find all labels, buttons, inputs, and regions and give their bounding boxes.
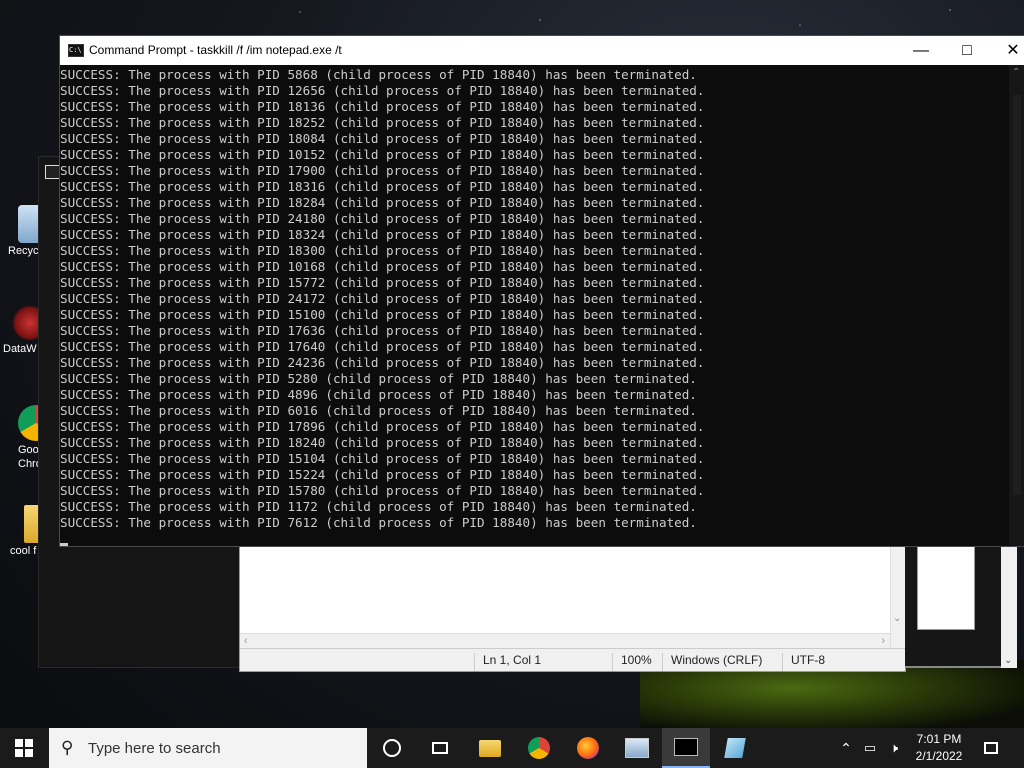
chrome-icon [528,737,550,759]
search-icon: ⚲ [61,738,74,757]
status-encoding: UTF-8 [782,653,891,671]
scroll-down-icon[interactable]: ⌄ [1004,655,1012,666]
console-line: SUCCESS: The process with PID 18284 (chi… [60,195,705,210]
app-taskbar-button[interactable] [613,728,661,768]
console-line: SUCCESS: The process with PID 18252 (chi… [60,115,705,130]
windows-logo-icon [15,739,33,757]
cmd-icon: C:\ [68,44,84,57]
scroll-left-icon[interactable]: ‹ [244,634,248,648]
status-line-endings: Windows (CRLF) [662,653,781,671]
taskbar: ⚲ Type here to search ⌃ ▭ 🕨 7:01 PM 2/1/… [0,728,1024,768]
window-content [917,540,975,630]
close-button[interactable]: ✕ [990,36,1024,65]
console-line: SUCCESS: The process with PID 10168 (chi… [60,259,705,274]
console-line: SUCCESS: The process with PID 7612 (chil… [60,515,697,530]
task-view-button[interactable] [416,728,464,768]
chevron-up-icon: ⌃ [840,739,852,756]
console-line: SUCCESS: The process with PID 18324 (chi… [60,227,705,242]
vertical-scrollbar[interactable]: ⌄ [1001,540,1017,668]
console-line: SUCCESS: The process with PID 15772 (chi… [60,275,705,290]
chrome-taskbar-button[interactable] [515,728,563,768]
notepad-taskbar-button[interactable] [711,728,759,768]
console-line: SUCCESS: The process with PID 10152 (chi… [60,147,705,162]
cortana-button[interactable] [368,728,416,768]
minimize-button[interactable]: — [898,36,944,65]
clock[interactable]: 7:01 PM 2/1/2022 [904,731,974,765]
console-line: SUCCESS: The process with PID 24180 (chi… [60,211,705,226]
search-placeholder: Type here to search [88,740,221,757]
maximize-button[interactable]: □ [944,36,990,65]
console-line: SUCCESS: The process with PID 5868 (chil… [60,67,697,82]
notification-icon [984,742,998,754]
status-bar: Ln 1, Col 1 100% Windows (CRLF) UTF-8 [240,648,905,671]
console-line: SUCCESS: The process with PID 18240 (chi… [60,435,705,450]
cmd-icon [674,738,698,756]
firefox-taskbar-button[interactable] [564,728,612,768]
firefox-icon [577,737,599,759]
volume-button[interactable]: 🕨 [882,728,906,768]
console-line: SUCCESS: The process with PID 24172 (chi… [60,291,705,306]
cortana-circle-icon [383,739,401,757]
background-window-right[interactable]: ⌄ [905,540,1017,668]
notepad-icon [724,738,746,758]
console-output[interactable]: SUCCESS: The process with PID 5868 (chil… [60,67,1009,546]
clock-time: 7:01 PM [916,732,962,746]
console-line: SUCCESS: The process with PID 18316 (chi… [60,179,705,194]
vertical-scrollbar[interactable]: ⌃ [1009,65,1024,546]
console-line: SUCCESS: The process with PID 15780 (chi… [60,483,705,498]
console-line: SUCCESS: The process with PID 18084 (chi… [60,131,705,146]
scroll-right-icon[interactable]: › [881,634,885,648]
text-cursor [60,543,68,546]
console-line: SUCCESS: The process with PID 6016 (chil… [60,403,697,418]
vertical-scrollbar[interactable]: ⌄ [890,541,905,647]
command-prompt-window[interactable]: C:\ Command Prompt - taskkill /f /im not… [59,35,1024,547]
task-view-icon [432,742,448,754]
console-line: SUCCESS: The process with PID 18300 (chi… [60,243,705,258]
scroll-thumb[interactable] [1013,95,1021,495]
console-line: SUCCESS: The process with PID 17640 (chi… [60,339,705,354]
console-line: SUCCESS: The process with PID 4896 (chil… [60,387,697,402]
console-line: SUCCESS: The process with PID 15100 (chi… [60,307,705,322]
console-line: SUCCESS: The process with PID 17900 (chi… [60,163,705,178]
status-cursor-position: Ln 1, Col 1 [474,653,613,671]
window-title: Command Prompt - taskkill /f /im notepad… [89,43,342,57]
console-line: SUCCESS: The process with PID 18136 (chi… [60,99,705,114]
console-line: SUCCESS: The process with PID 24236 (chi… [60,355,705,370]
system-app-icon [625,738,649,758]
console-line: SUCCESS: The process with PID 15224 (chi… [60,467,705,482]
console-line: SUCCESS: The process with PID 15104 (chi… [60,451,705,466]
console-line: SUCCESS: The process with PID 5280 (chil… [60,371,697,386]
horizontal-scrollbar[interactable]: ‹ › [240,633,891,648]
command-prompt-taskbar-button[interactable] [662,728,710,768]
volume-muted-icon: 🕨 [889,740,899,755]
network-button[interactable]: ▭ [858,728,882,768]
show-hidden-icons-button[interactable]: ⌃ [834,728,858,768]
folder-icon [479,739,501,757]
status-zoom: 100% [612,653,663,671]
notepad-window[interactable]: ‹ › ⌄ Ln 1, Col 1 100% Windows (CRLF) UT… [239,540,906,672]
start-button[interactable] [0,728,48,768]
console-line: SUCCESS: The process with PID 17636 (chi… [60,323,705,338]
console-line: SUCCESS: The process with PID 1172 (chil… [60,499,697,514]
file-explorer-button[interactable] [466,728,514,768]
scroll-up-icon[interactable]: ⌃ [1012,67,1020,78]
notifications-button[interactable] [976,728,1006,768]
search-box[interactable]: ⚲ Type here to search [49,728,367,768]
console-line: SUCCESS: The process with PID 17896 (chi… [60,419,705,434]
scroll-down-icon[interactable]: ⌄ [893,613,901,624]
network-icon: ▭ [863,740,877,755]
title-bar[interactable]: C:\ Command Prompt - taskkill /f /im not… [60,36,1024,65]
console-line: SUCCESS: The process with PID 12656 (chi… [60,83,705,98]
notepad-text-area[interactable] [240,541,891,633]
clock-date: 2/1/2022 [915,749,963,763]
